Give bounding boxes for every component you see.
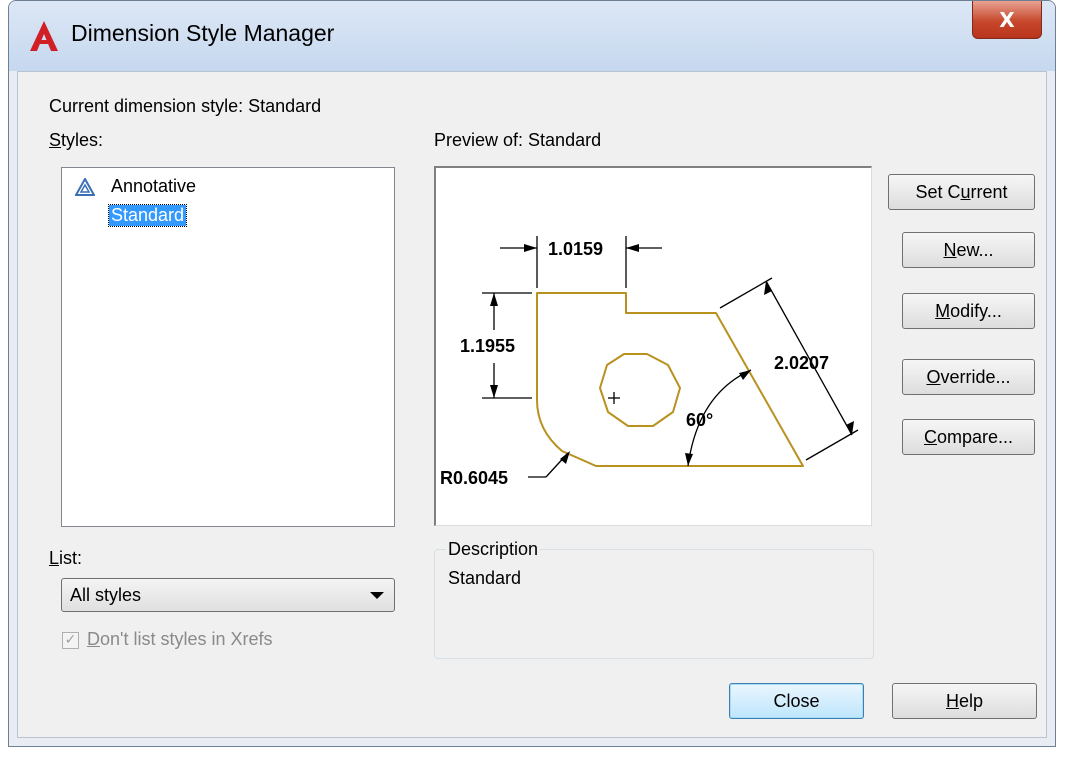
- dim-angle-text: 60°: [686, 410, 713, 430]
- styles-label: Styles:: [49, 130, 104, 150]
- window-close-button[interactable]: X: [972, 1, 1042, 39]
- preview-label: Preview of: Standard: [434, 130, 602, 150]
- set-current-button[interactable]: Set Current: [888, 174, 1035, 210]
- dialog-body: Current dimension style: Standard Styles…: [17, 71, 1047, 738]
- style-item-annotative[interactable]: Annotative: [111, 176, 196, 197]
- title-bar[interactable]: Dimension Style Manager X: [9, 1, 1055, 71]
- dim-top-text: 1.0159: [548, 239, 603, 259]
- close-button[interactable]: Close: [729, 683, 864, 719]
- styles-listbox[interactable]: Annotative Standard: [61, 167, 395, 527]
- dont-list-xrefs-label: Don't list styles in Xrefs: [87, 629, 273, 649]
- description-text: Standard: [448, 568, 522, 588]
- close-icon: X: [999, 7, 1015, 32]
- dim-slant-text: 2.0207: [774, 353, 829, 373]
- preview-pane: 1.0159 1.1955 2.0207 60° R0.6045: [434, 166, 872, 526]
- dont-list-xrefs-checkbox[interactable]: ✓: [62, 632, 79, 649]
- window-title: Dimension Style Manager: [71, 20, 335, 46]
- part-outline: [536, 292, 804, 467]
- new-button[interactable]: New...: [902, 232, 1035, 268]
- dim-radius-text: R0.6045: [440, 468, 508, 488]
- description-group: [434, 549, 874, 659]
- description-legend: Description: [446, 539, 541, 560]
- list-label: List:: [49, 548, 83, 568]
- current-style-label: Current dimension style: Standard: [49, 96, 322, 116]
- autocad-app-icon: [30, 21, 58, 51]
- list-filter-dropdown[interactable]: All styles: [61, 578, 395, 612]
- dimension-preview-drawing: 1.0159 1.1955 2.0207 60° R0.6045: [440, 236, 859, 488]
- modify-button[interactable]: Modify...: [902, 293, 1035, 329]
- list-filter-value: All styles: [70, 585, 142, 605]
- dim-left-text: 1.1955: [460, 336, 515, 356]
- dimension-style-manager-window: Dimension Style Manager X Current dimens…: [8, 0, 1056, 747]
- annotative-icon: [75, 178, 95, 196]
- chevron-down-icon: [370, 592, 384, 599]
- style-item-standard[interactable]: Standard: [107, 204, 188, 227]
- compare-button[interactable]: Compare...: [902, 419, 1035, 455]
- override-button[interactable]: Override...: [902, 359, 1035, 395]
- part-hole: [599, 353, 681, 427]
- help-button[interactable]: Help: [892, 683, 1037, 719]
